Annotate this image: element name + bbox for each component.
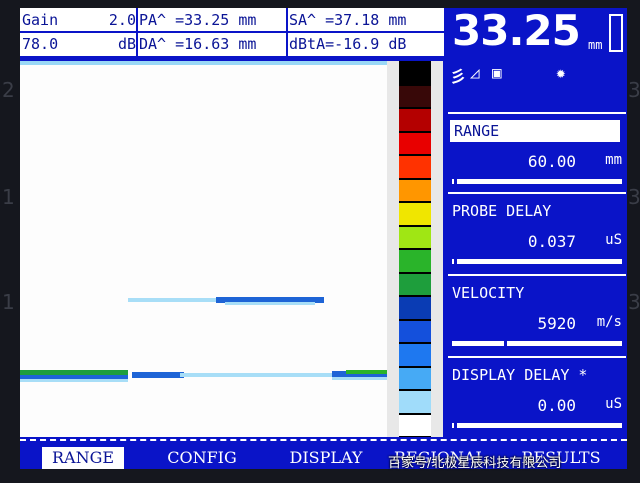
palette-swatch xyxy=(399,62,431,84)
palette-swatch xyxy=(399,297,431,319)
param-label: PROBE DELAY xyxy=(452,202,552,220)
param-probe-delay[interactable]: PROBE DELAY 0.037 uS xyxy=(448,192,626,272)
da-readout: DA^ =16.63 mm xyxy=(139,35,257,53)
palette-swatch xyxy=(399,85,431,107)
gain-base: 78.0 xyxy=(22,35,59,53)
gain-label: Gain xyxy=(22,11,59,29)
palette-swatch xyxy=(399,391,431,413)
primary-value: 33.25 xyxy=(452,6,581,55)
pa-readout: PA^ =33.25 mm xyxy=(139,11,257,29)
param-display-delay[interactable]: DISPLAY DELAY * 0.00 uS xyxy=(448,356,626,438)
status-icons: 彡 ◿ ▣ ✹ xyxy=(448,63,626,87)
signal-icon: ◿ xyxy=(470,63,480,82)
backwall-echo xyxy=(20,379,128,382)
param-unit: uS xyxy=(605,396,622,412)
param-slider[interactable] xyxy=(452,258,622,265)
param-unit: uS xyxy=(605,232,622,248)
param-value: 5920 xyxy=(537,314,576,333)
backwall-echo xyxy=(132,372,184,378)
backwall-echo xyxy=(180,373,340,377)
bezel-mark: 1 xyxy=(2,290,15,314)
echo-signal xyxy=(128,298,226,302)
palette-swatch xyxy=(399,250,431,272)
snowflake-icon: ✹ xyxy=(556,63,566,82)
param-value: 60.00 xyxy=(527,152,576,171)
palette-swatch xyxy=(399,203,431,225)
param-value: 0.00 xyxy=(537,396,576,415)
palette-swatch xyxy=(399,156,431,178)
probe-icon: 彡 xyxy=(450,67,467,86)
memory-icon: ▣ xyxy=(492,63,502,82)
backwall-echo xyxy=(332,377,387,380)
softkey-display[interactable]: DISPLAY xyxy=(276,447,376,469)
softkey-config[interactable]: CONFIG xyxy=(154,447,250,469)
battery-icon xyxy=(609,14,623,52)
param-unit: m/s xyxy=(596,314,622,330)
primary-measurement: 33.25 mm xyxy=(448,6,626,56)
bezel-mark: 3 xyxy=(628,290,640,314)
gain-value: 2.0 xyxy=(108,11,136,29)
param-value: 0.037 xyxy=(527,232,576,251)
bezel-mark: 3 xyxy=(628,185,640,209)
watermark-text: 百家号/北极星辰科技有限公司 xyxy=(388,456,562,471)
param-label: DISPLAY DELAY * xyxy=(452,366,588,384)
palette-swatch xyxy=(399,344,431,366)
param-slider[interactable] xyxy=(452,422,622,429)
param-label: RANGE xyxy=(450,120,620,142)
sa-readout: SA^ =37.18 mm xyxy=(289,11,407,29)
echo-signal xyxy=(225,302,315,305)
gain-unit: dB xyxy=(117,35,136,53)
palette-swatch xyxy=(399,179,431,201)
instrument-screen: Gain 2.0 78.0 dB PA^ =33.25 mm DA^ =16.6… xyxy=(20,6,627,469)
measurement-readout: Gain 2.0 78.0 dB PA^ =33.25 mm DA^ =16.6… xyxy=(20,8,444,56)
palette-swatch xyxy=(399,414,431,436)
bezel-mark: 2 xyxy=(2,78,15,102)
palette-swatch xyxy=(399,367,431,389)
palette-swatch xyxy=(399,320,431,342)
param-velocity[interactable]: VELOCITY 5920 m/s xyxy=(448,274,626,354)
param-label: VELOCITY xyxy=(452,284,525,302)
param-slider[interactable] xyxy=(452,178,622,185)
palette-swatch xyxy=(399,132,431,154)
palette-swatch xyxy=(399,226,431,248)
bezel-mark: 1 xyxy=(2,185,15,209)
palette-swatch xyxy=(399,109,431,131)
param-range[interactable]: RANGE 60.00 mm xyxy=(448,112,626,192)
bezel-mark: 3 xyxy=(628,78,640,102)
color-palette xyxy=(399,61,431,437)
scan-top-line xyxy=(20,61,387,65)
palette-swatch xyxy=(399,273,431,295)
backwall-echo xyxy=(346,370,387,374)
param-slider[interactable] xyxy=(452,340,622,347)
scan-display xyxy=(20,61,387,437)
dbta-readout: dBtA=-16.9 dB xyxy=(289,35,407,53)
primary-unit: mm xyxy=(588,38,603,52)
softkey-range[interactable]: RANGE xyxy=(42,447,124,469)
param-unit: mm xyxy=(605,152,622,168)
